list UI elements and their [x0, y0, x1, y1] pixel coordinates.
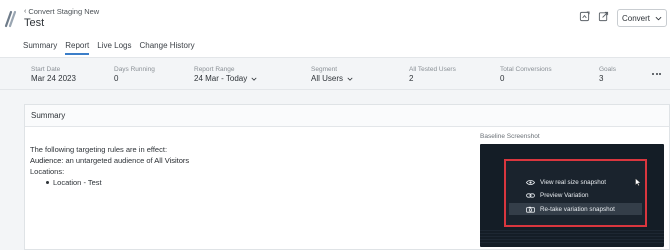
- stat-value-row: All Users: [311, 74, 353, 83]
- page-title: Test: [24, 17, 45, 29]
- report-content: Summary The following targeting rules ar…: [0, 90, 670, 250]
- report-range-dropdown[interactable]: Report Range 24 Mar - Today: [194, 66, 257, 83]
- view-real-size-snapshot[interactable]: View real size snapshot: [526, 179, 606, 186]
- audience-value: All Visitors: [154, 156, 190, 165]
- locations-label: Locations:: [30, 167, 65, 176]
- link-icon: [526, 193, 535, 198]
- targeting-intro: The following targeting rules are in eff…: [30, 145, 168, 154]
- stats-bar: Start Date Mar 24 2023 Days Running 0 Re…: [0, 57, 670, 90]
- tab-summary[interactable]: Summary: [23, 41, 57, 55]
- stat-label: Report Range: [194, 66, 235, 73]
- stat-all-tested-users: All Tested Users 2: [409, 66, 456, 83]
- stat-days-running: Days Running 0: [114, 66, 155, 83]
- bullet-icon: [46, 181, 49, 184]
- stat-start-date: Start Date Mar 24 2023: [31, 66, 76, 83]
- stat-value: 24 Mar - Today: [194, 74, 248, 83]
- location-name: Location - Test: [53, 178, 102, 187]
- stat-total-conversions: Total Conversions 0: [500, 66, 552, 83]
- breadcrumb[interactable]: ‹ Convert Staging New: [24, 7, 99, 16]
- chevron-down-icon: [655, 16, 662, 20]
- stat-value: Mar 24 2023: [31, 74, 76, 83]
- stat-label: Start Date: [31, 66, 61, 73]
- tab-live-logs[interactable]: Live Logs: [97, 41, 131, 55]
- stat-label: Segment: [311, 66, 338, 73]
- targeting-rules: The following targeting rules are in eff…: [30, 144, 189, 188]
- tab-bar: Summary Report Live Logs Change History: [23, 41, 195, 55]
- snapshot-options-menu: View real size snapshot Preview Variatio…: [504, 159, 647, 227]
- stat-label: Goals: [599, 66, 616, 73]
- preview-variation[interactable]: Preview Variation: [526, 192, 589, 199]
- stat-value: 2: [409, 74, 414, 83]
- stat-value: 0: [114, 74, 119, 83]
- app-logo-icon: [4, 10, 17, 28]
- stat-value-row: 24 Mar - Today: [194, 74, 257, 83]
- menu-item-label: Re-take variation snapshot: [540, 205, 615, 213]
- camera-icon: [526, 206, 535, 213]
- chevron-down-icon: [251, 77, 257, 81]
- stat-label: Days Running: [114, 66, 155, 73]
- eye-icon: [526, 180, 535, 185]
- stat-value: All Users: [311, 74, 344, 83]
- more-options-icon[interactable]: [652, 73, 661, 75]
- menu-item-label: View real size snapshot: [540, 179, 607, 186]
- retake-variation-snapshot[interactable]: Re-take variation snapshot: [509, 203, 642, 215]
- convert-button-label: Convert: [621, 13, 650, 23]
- stat-goals: Goals 3: [599, 66, 616, 83]
- mouse-cursor-icon: [635, 178, 641, 186]
- chevron-left-icon: ‹: [24, 8, 27, 15]
- stat-value: 3: [599, 74, 604, 83]
- stat-label: All Tested Users: [409, 66, 456, 73]
- stat-label: Total Conversions: [500, 66, 552, 73]
- summary-card: Summary The following targeting rules ar…: [24, 104, 670, 250]
- menu-item-label: Preview Variation: [540, 192, 589, 199]
- audience-line: Audience: an untargeted audience of All …: [30, 155, 189, 166]
- baseline-screenshot[interactable]: View real size snapshot Preview Variatio…: [480, 144, 664, 247]
- tab-change-history[interactable]: Change History: [140, 41, 195, 55]
- convert-button[interactable]: Convert: [617, 9, 667, 27]
- chevron-down-icon: [347, 77, 353, 81]
- breadcrumb-link[interactable]: Convert Staging New: [28, 7, 99, 16]
- audience-text: an untargeted audience of: [65, 156, 153, 165]
- share-icon[interactable]: [598, 11, 609, 22]
- tab-report[interactable]: Report: [65, 41, 90, 55]
- audience-label: Audience:: [30, 156, 64, 165]
- summary-card-heading: Summary: [25, 105, 669, 127]
- stat-value: 0: [500, 74, 505, 83]
- list-item: Location - Test: [30, 177, 189, 188]
- segment-dropdown[interactable]: Segment All Users: [311, 66, 353, 83]
- baseline-screenshot-label: Baseline Screenshot: [480, 133, 540, 140]
- sync-icon[interactable]: [579, 11, 590, 22]
